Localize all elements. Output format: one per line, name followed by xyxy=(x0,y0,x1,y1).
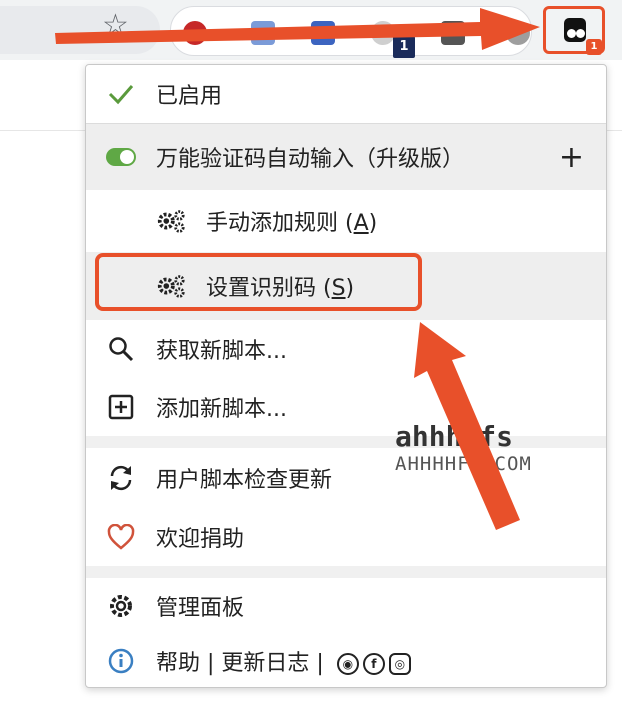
annotation-arrow-up xyxy=(414,322,520,530)
